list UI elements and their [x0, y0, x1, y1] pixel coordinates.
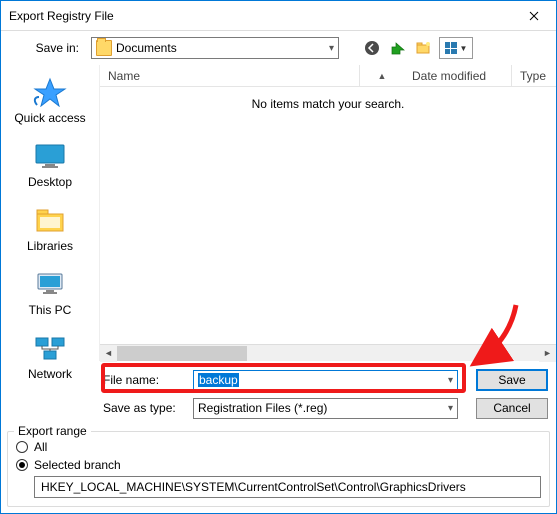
view-menu-button[interactable]: ▼	[439, 37, 473, 59]
save-as-type-label: Save as type:	[99, 401, 187, 415]
scroll-thumb[interactable]	[117, 346, 247, 361]
new-folder-button[interactable]	[413, 37, 435, 59]
sort-indicator-icon: ▲	[360, 65, 404, 86]
save-in-label: Save in:	[9, 41, 85, 55]
grid-icon	[445, 42, 457, 54]
close-button[interactable]	[511, 1, 556, 30]
places-bar: Quick access Desktop Libraries This PC	[1, 65, 99, 361]
place-libraries[interactable]: Libraries	[8, 199, 92, 263]
save-button[interactable]: Save	[476, 369, 548, 391]
col-name[interactable]: Name	[108, 69, 140, 83]
radio-all[interactable]: All	[16, 440, 541, 454]
cancel-button[interactable]: Cancel	[476, 398, 548, 419]
horizontal-scrollbar[interactable]: ◄ ►	[100, 344, 556, 361]
radio-icon	[16, 459, 28, 471]
col-date[interactable]: Date modified	[412, 69, 486, 83]
save-in-row: Save in: Documents ▾ ▼	[1, 31, 556, 65]
place-quick-access[interactable]: Quick access	[8, 71, 92, 135]
export-registry-dialog: Export Registry File Save in: Documents …	[0, 0, 557, 514]
nav-up-button[interactable]	[387, 37, 409, 59]
export-range-legend: Export range	[14, 424, 91, 438]
chevron-down-icon: ▾	[329, 43, 334, 54]
place-desktop[interactable]: Desktop	[8, 135, 92, 199]
col-type[interactable]: Type	[520, 69, 546, 83]
radio-icon	[16, 441, 28, 453]
export-range-group: Export range All Selected branch HKEY_LO…	[7, 431, 550, 507]
scroll-right-icon[interactable]: ►	[539, 345, 556, 362]
file-list-body: No items match your search.	[100, 87, 556, 344]
file-list: Name ▲ Date modified Type No items match…	[99, 65, 556, 361]
empty-message: No items match your search.	[252, 97, 405, 111]
chevron-down-icon: ▼	[460, 44, 468, 53]
file-name-input[interactable]: backup ▾	[193, 370, 458, 391]
save-in-dropdown[interactable]: Documents ▾	[91, 37, 339, 59]
column-headers[interactable]: Name ▲ Date modified Type	[100, 65, 556, 87]
chevron-down-icon: ▾	[448, 375, 453, 386]
save-in-value: Documents	[116, 41, 329, 55]
scroll-left-icon[interactable]: ◄	[100, 345, 117, 362]
titlebar: Export Registry File	[1, 1, 556, 31]
file-name-label: File name:	[99, 373, 187, 387]
nav-back-button[interactable]	[361, 37, 383, 59]
radio-selected-branch[interactable]: Selected branch	[16, 458, 541, 472]
place-this-pc[interactable]: This PC	[8, 263, 92, 327]
folder-icon	[96, 40, 112, 56]
window-title: Export Registry File	[9, 9, 511, 23]
chevron-down-icon: ▾	[448, 403, 453, 414]
save-as-type-dropdown[interactable]: Registration Files (*.reg) ▾	[193, 398, 458, 419]
selected-branch-path[interactable]: HKEY_LOCAL_MACHINE\SYSTEM\CurrentControl…	[34, 476, 541, 498]
